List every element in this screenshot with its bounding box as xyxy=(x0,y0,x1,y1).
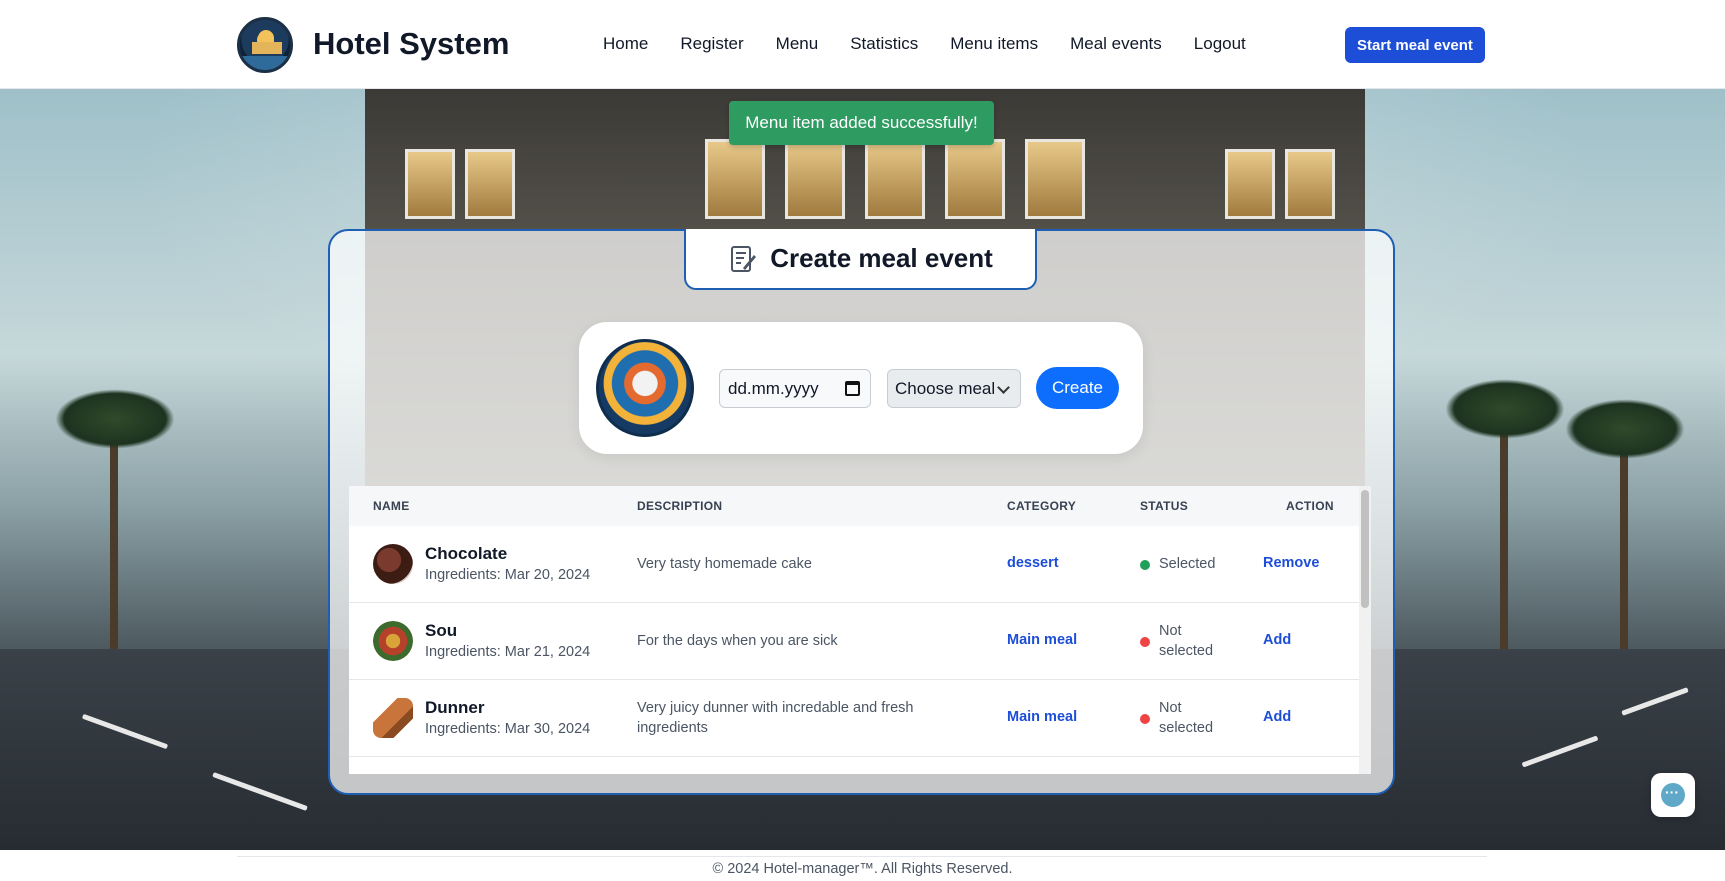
nav-menu-items[interactable]: Menu items xyxy=(950,34,1038,54)
status-dot xyxy=(1140,714,1150,724)
copyright-text: © 2024 Hotel-manager™. All Rights Reserv… xyxy=(712,861,1013,877)
status-dot xyxy=(1140,560,1150,570)
item-status: Not selected xyxy=(1159,623,1214,659)
nav-statistics[interactable]: Statistics xyxy=(850,34,918,54)
item-description: For the days when you are sick xyxy=(637,633,838,649)
date-input[interactable]: dd.mm.yyyy xyxy=(719,369,871,408)
hotel-logo[interactable] xyxy=(237,17,293,73)
nav-home[interactable]: Home xyxy=(603,34,648,54)
item-status: Selected xyxy=(1159,556,1216,572)
food-image xyxy=(373,544,413,584)
item-status: Not selected xyxy=(1159,700,1214,736)
calendar-icon[interactable] xyxy=(845,381,860,396)
chevron-down-icon xyxy=(997,381,1010,394)
nav-logout[interactable]: Logout xyxy=(1194,34,1246,54)
nav-register[interactable]: Register xyxy=(680,34,743,54)
food-image xyxy=(373,621,413,661)
panel-title: Create meal event xyxy=(684,229,1037,290)
top-navbar: Hotel System Home Register Menu Statisti… xyxy=(0,0,1725,89)
meal-select-value: Choose meal xyxy=(895,378,996,398)
item-ingredients: Ingredients: Mar 21, 2024 xyxy=(425,644,591,660)
nav-meal-events[interactable]: Meal events xyxy=(1070,34,1162,54)
item-ingredients: Ingredients: Mar 20, 2024 xyxy=(425,567,591,583)
item-name: Sou xyxy=(425,621,458,640)
table-header: NAME DESCRIPTION CATEGORY STATUS ACTION xyxy=(349,486,1359,526)
success-toast: Menu item added successfully! xyxy=(729,101,994,145)
item-description: Very juicy dunner with incredable and fr… xyxy=(637,700,914,736)
item-category[interactable]: dessert xyxy=(1007,555,1059,571)
main-nav: Home Register Menu Statistics Menu items… xyxy=(603,34,1278,54)
status-dot xyxy=(1140,637,1150,647)
brand-title[interactable]: Hotel System xyxy=(313,26,509,62)
notepad-edit-icon xyxy=(728,244,758,274)
table-scrollbar[interactable] xyxy=(1359,486,1371,774)
item-description: Very tasty homemade cake xyxy=(637,556,812,572)
item-ingredients: Ingredients: Mar 30, 2024 xyxy=(425,721,591,737)
panel-title-text: Create meal event xyxy=(770,243,993,273)
chef-avatar xyxy=(596,339,694,437)
column-header-status: STATUS xyxy=(1140,499,1189,513)
menu-items-table: NAME DESCRIPTION CATEGORY STATUS ACTION … xyxy=(349,486,1359,774)
add-button[interactable]: Add xyxy=(1263,709,1291,725)
food-image xyxy=(373,698,413,738)
column-header-action: ACTION xyxy=(1286,499,1334,513)
table-row: Dunner Ingredients: Mar 30, 2024 Very ju… xyxy=(349,680,1359,757)
item-name: Dunner xyxy=(425,698,485,717)
column-header-description: DESCRIPTION xyxy=(637,499,723,513)
scrollbar-thumb[interactable] xyxy=(1361,490,1369,608)
item-name: Chocolate xyxy=(425,544,508,563)
add-button[interactable]: Add xyxy=(1263,632,1291,648)
nav-menu[interactable]: Menu xyxy=(776,34,819,54)
item-category[interactable]: Main meal xyxy=(1007,632,1077,648)
start-meal-event-button[interactable]: Start meal event xyxy=(1345,27,1485,63)
item-category[interactable]: Main meal xyxy=(1007,709,1077,725)
column-header-name: NAME xyxy=(373,499,410,513)
column-header-category: CATEGORY xyxy=(1007,499,1077,513)
remove-button[interactable]: Remove xyxy=(1263,555,1319,571)
footer-divider xyxy=(237,856,1487,857)
date-input-value: dd.mm.yyyy xyxy=(728,378,819,398)
chat-widget-button[interactable] xyxy=(1651,773,1695,817)
table-row: Sou Ingredients: Mar 21, 2024 For the da… xyxy=(349,603,1359,680)
table-row: Chocolate Ingredients: Mar 20, 2024 Very… xyxy=(349,526,1359,603)
create-button[interactable]: Create xyxy=(1036,367,1119,409)
chat-bubble-icon xyxy=(1661,783,1685,807)
meal-select[interactable]: Choose meal xyxy=(887,369,1021,408)
footer: © 2024 Hotel-manager™. All Rights Reserv… xyxy=(0,850,1725,881)
